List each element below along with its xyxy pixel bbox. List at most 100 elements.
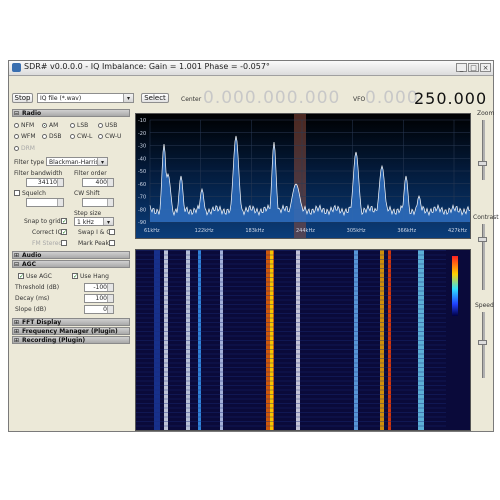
- y-tick-label: -90: [138, 220, 146, 226]
- mode-radio-lsb[interactable]: [70, 123, 75, 128]
- slope-input[interactable]: 0: [84, 305, 114, 314]
- source-select-value: IQ file (*.wav): [40, 95, 82, 102]
- spectrum-display[interactable]: -10 -20 -30 -40 -50 -60 -70 -80 -90 61kHz 122kHz 18…: [135, 113, 471, 239]
- waterfall-line: [136, 416, 446, 418]
- use-hang-checkbox[interactable]: ✓: [72, 273, 78, 280]
- squelch-input[interactable]: [26, 198, 64, 207]
- mode-label-lsb: LSB: [77, 122, 89, 129]
- x-tick-label: 305kHz: [347, 228, 366, 234]
- waterfall-line: [136, 367, 446, 368]
- swap-iq-checkbox[interactable]: [109, 229, 115, 235]
- threshold-input[interactable]: -100: [84, 283, 114, 292]
- waterfall-line: [136, 353, 446, 355]
- waterfall-line: [136, 371, 446, 373]
- frequency-manager-section-header[interactable]: ⊞ Frequency Manager (Plugin): [12, 327, 130, 335]
- fm-stereo-label: FM Stereo: [32, 240, 63, 247]
- title-bar[interactable]: SDR# v0.0.0.0 - IQ Imbalance: Gain = 1.0…: [9, 61, 493, 76]
- fm-stereo-checkbox[interactable]: [61, 240, 67, 246]
- spinner-icon[interactable]: [107, 295, 113, 302]
- x-tick-label: 244kHz: [296, 228, 315, 234]
- waterfall-plot: [136, 250, 458, 430]
- decay-input[interactable]: 100: [84, 294, 114, 303]
- control-panel: ⊟ Radio DRM Filter type Blackman-Harris …: [12, 104, 130, 432]
- speed-slider-track[interactable]: [482, 312, 485, 378]
- expand-icon: ⊞: [14, 319, 20, 326]
- center-label: Center: [181, 96, 202, 103]
- snap-to-grid-label: Snap to grid: [24, 218, 61, 225]
- waterfall-line: [136, 317, 446, 319]
- snap-to-grid-checkbox[interactable]: ✓: [61, 218, 67, 225]
- y-tick-label: -20: [138, 131, 146, 137]
- chevron-down-icon: ▾: [103, 218, 113, 225]
- mode-radio-cw-l[interactable]: [70, 134, 75, 139]
- filter-bandwidth-input[interactable]: 34110: [26, 178, 64, 187]
- waterfall-line: [136, 313, 446, 314]
- recording-section-header[interactable]: ⊞ Recording (Plugin): [12, 336, 130, 344]
- waterfall-display[interactable]: [135, 249, 471, 431]
- agc-section-header[interactable]: ⊟ AGC: [12, 260, 130, 268]
- spinner-icon[interactable]: [107, 306, 113, 313]
- filter-type-select[interactable]: Blackman-Harris ▾: [46, 157, 108, 166]
- toolbar: Stop IQ file (*.wav) ▾ Select Center 0.0…: [9, 76, 493, 108]
- audio-section-header[interactable]: ⊞ Audio: [12, 251, 130, 259]
- radio-section-header[interactable]: ⊟ Radio: [12, 109, 130, 117]
- use-hang-label: Use Hang: [80, 273, 109, 280]
- collapse-icon: ⊟: [14, 261, 20, 268]
- waterfall-line: [136, 326, 446, 328]
- spinner-icon[interactable]: [57, 179, 63, 186]
- waterfall-line: [136, 322, 446, 323]
- mode-radio-wfm[interactable]: [14, 134, 19, 139]
- correct-iq-checkbox[interactable]: ✓: [61, 229, 67, 236]
- x-tick-label: 366kHz: [397, 228, 416, 234]
- spinner-icon[interactable]: [107, 179, 113, 186]
- waterfall-line: [136, 250, 446, 251]
- color-legend: [452, 256, 458, 316]
- mode-radio-nfm[interactable]: [14, 123, 19, 128]
- waterfall-line: [136, 362, 446, 364]
- center-frequency[interactable]: 0.000.000.000: [203, 88, 340, 108]
- zoom-slider-track[interactable]: [482, 120, 485, 180]
- contrast-slider-thumb[interactable]: [478, 237, 487, 242]
- mode-radio-dsb[interactable]: [42, 134, 47, 139]
- spinner-icon[interactable]: [107, 284, 113, 291]
- squelch-label: Squelch: [22, 190, 46, 197]
- mode-radio-usb[interactable]: [98, 123, 103, 128]
- maximize-button[interactable]: □: [468, 63, 479, 72]
- waterfall-line: [136, 331, 446, 332]
- mode-radio-cw-u[interactable]: [98, 134, 103, 139]
- chevron-down-icon: ▾: [97, 158, 107, 165]
- waterfall-line: [136, 304, 446, 305]
- select-button[interactable]: Select: [141, 93, 169, 103]
- waterfall-line: [136, 380, 446, 382]
- waterfall-line: [136, 308, 446, 310]
- step-size-label: Step size: [74, 210, 102, 217]
- waterfall-line: [136, 299, 446, 301]
- mark-peaks-checkbox[interactable]: [109, 240, 115, 246]
- x-tick-label: 61kHz: [144, 228, 160, 234]
- filter-order-input[interactable]: 400: [82, 178, 114, 187]
- mode-label-am: AM: [49, 122, 59, 129]
- source-select[interactable]: IQ file (*.wav) ▾: [37, 93, 134, 103]
- zoom-slider-thumb[interactable]: [478, 161, 487, 166]
- waterfall-line: [136, 344, 446, 346]
- close-button[interactable]: ×: [480, 63, 491, 72]
- contrast-slider-track[interactable]: [482, 224, 485, 290]
- mode-radio-am[interactable]: [42, 123, 47, 128]
- waterfall-line: [136, 376, 446, 377]
- waterfall-line: [136, 263, 446, 265]
- fft-display-section-header[interactable]: ⊞ FFT Display: [12, 318, 130, 326]
- mode-label-usb: USB: [105, 122, 118, 129]
- stop-button[interactable]: Stop: [12, 93, 33, 103]
- y-tick-label: -70: [138, 195, 146, 201]
- filter-type-label: Filter type: [14, 159, 45, 166]
- use-agc-checkbox[interactable]: ✓: [18, 273, 24, 280]
- cw-shift-input[interactable]: [82, 198, 114, 207]
- step-size-select[interactable]: 1 kHz ▾: [74, 217, 114, 226]
- swap-iq-label: Swap I & Q: [78, 229, 112, 236]
- squelch-checkbox[interactable]: [14, 190, 20, 196]
- waterfall-line: [136, 272, 446, 274]
- waterfall-line: [136, 385, 446, 386]
- speed-slider-thumb[interactable]: [478, 340, 487, 345]
- minimize-button[interactable]: _: [456, 63, 467, 72]
- slope-label: Slope (dB): [15, 306, 47, 313]
